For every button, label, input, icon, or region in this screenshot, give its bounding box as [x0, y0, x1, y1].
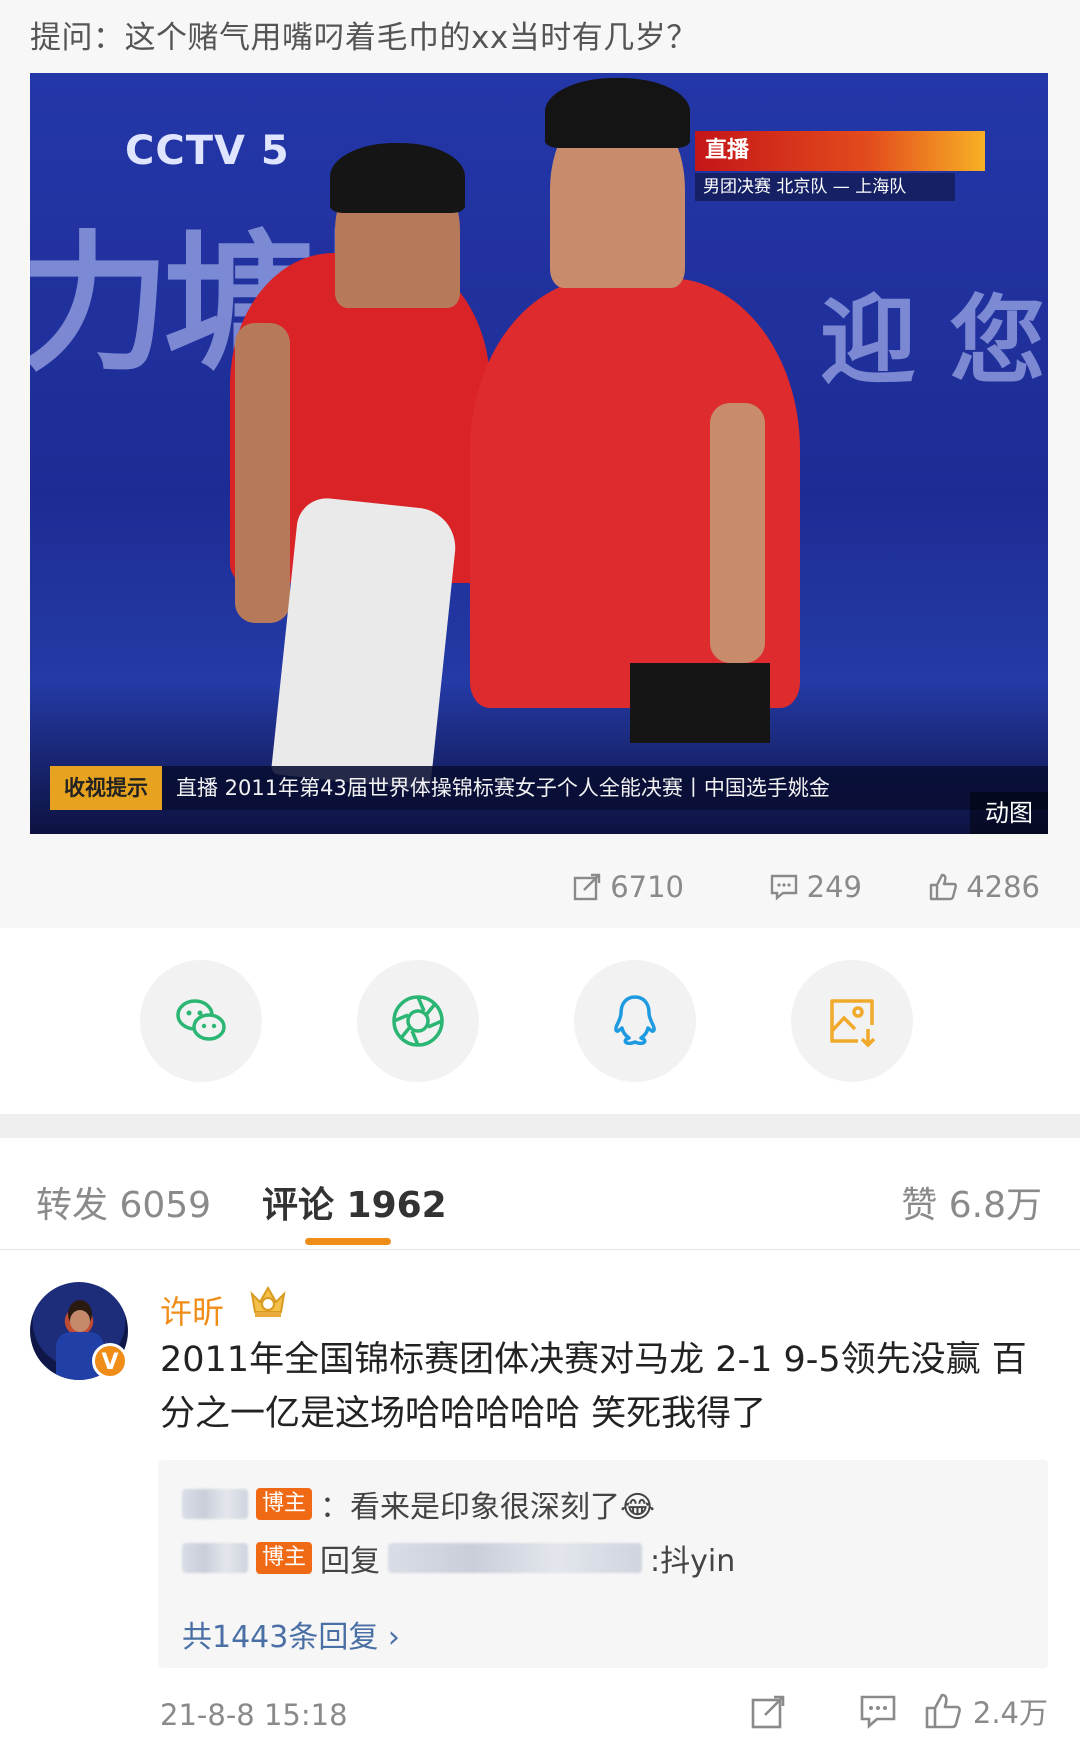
gif-image[interactable]: 力塘桥 迎 您 CCTV 5 直播 男团决赛 北京队 — 上海队 收视提示 直播 …	[30, 73, 1048, 834]
wechat-icon	[176, 999, 226, 1041]
share-moments-button[interactable]	[357, 960, 479, 1082]
comment-text: 2011年全国锦标赛团体决赛对马龙 2-1 9-5领先没赢 百分之一亿是这场哈哈…	[160, 1340, 1027, 1434]
comment-actions: 2.4万	[688, 1690, 1048, 1732]
share-qq-button[interactable]	[574, 960, 696, 1082]
comment-item: V 许昕 2011年全国锦标赛团体决赛对马龙 2-1 9-5领先没赢 百分之一亿…	[0, 1250, 1080, 1755]
save-image-icon	[830, 999, 876, 1048]
blurred-mention	[388, 1543, 643, 1573]
gif-badge: 动图	[970, 792, 1048, 834]
tab-comment[interactable]: 评论 1962	[262, 1176, 447, 1228]
news-ticker: 收视提示 直播 2011年第43届世界体操锦标赛女子个人全能决赛丨中国选手姚金	[50, 766, 1048, 810]
ticker-text: 直播 2011年第43届世界体操锦标赛女子个人全能决赛丨中国选手姚金	[176, 776, 830, 800]
reply-2: 博主 回复 :抖yin	[182, 1536, 735, 1580]
question-title: 提问：这个赌气用嘴叼着毛巾的xx当时有几岁？	[30, 20, 698, 56]
repost-icon	[573, 873, 601, 901]
reply-suffix: :抖yin	[650, 1544, 736, 1579]
like-button[interactable]: 4286	[862, 870, 1040, 904]
comment-like-count: 2.4万	[972, 1696, 1048, 1730]
verified-badge: V	[92, 1343, 128, 1379]
live-label: 直播	[695, 131, 985, 171]
section-divider	[0, 1114, 1080, 1138]
crown-badge-icon	[250, 1285, 286, 1317]
author-badge: 博主	[256, 1542, 313, 1574]
blurred-username	[182, 1543, 248, 1573]
author-badge: 博主	[256, 1488, 313, 1520]
comment-repost-button[interactable]	[688, 1691, 788, 1731]
tab-bar: 转发 6059 评论 1962 赞 6.8万	[0, 1138, 1080, 1250]
share-wechat-button[interactable]	[140, 960, 262, 1082]
reply-prefix: 回复	[320, 1544, 381, 1579]
towel	[270, 495, 460, 791]
post-stats: 6710 249 4286	[506, 870, 1040, 904]
repost-count: 6710	[610, 870, 684, 904]
active-tab-indicator	[305, 1238, 391, 1245]
repost-button[interactable]: 6710	[506, 870, 684, 904]
comment-reply-button[interactable]	[788, 1691, 898, 1731]
reply-1: 博主 ：看来是印象很深刻了😂	[182, 1482, 655, 1526]
view-all-replies-link[interactable]: 共1443条回复 ›	[182, 1612, 400, 1656]
thumbs-up-icon	[929, 873, 958, 901]
save-image-button[interactable]	[791, 960, 913, 1082]
comment-icon	[860, 1695, 896, 1729]
ticker-tag: 收视提示	[50, 766, 162, 810]
repost-icon	[751, 1695, 785, 1729]
share-panel	[0, 928, 1080, 1114]
comment-timestamp: 21-8-8 15:18	[160, 1698, 348, 1732]
comment-like-button[interactable]: 2.4万	[898, 1690, 1048, 1732]
tab-like[interactable]: 赞 6.8万	[901, 1176, 1042, 1228]
reply-text: ：看来是印象很深刻了😂	[320, 1490, 656, 1525]
match-caption: 男团决赛 北京队 — 上海队	[695, 173, 955, 201]
comment-icon	[770, 874, 797, 901]
moments-icon	[392, 995, 444, 1047]
bg-text-right: 迎 您	[820, 284, 1046, 397]
comment-count: 249	[806, 870, 862, 904]
like-count: 4286	[966, 870, 1040, 904]
comment-button[interactable]: 249	[684, 870, 862, 904]
blurred-username	[182, 1489, 248, 1519]
tab-repost[interactable]: 转发 6059	[36, 1176, 211, 1228]
thumbs-up-icon	[925, 1693, 961, 1729]
qq-icon	[614, 995, 656, 1046]
reply-box[interactable]: 博主 ：看来是印象很深刻了😂 博主 回复 :抖yin 共1443条回复 ›	[158, 1460, 1048, 1668]
comment-username[interactable]: 许昕	[160, 1287, 224, 1333]
channel-logo: CCTV 5	[125, 128, 290, 174]
